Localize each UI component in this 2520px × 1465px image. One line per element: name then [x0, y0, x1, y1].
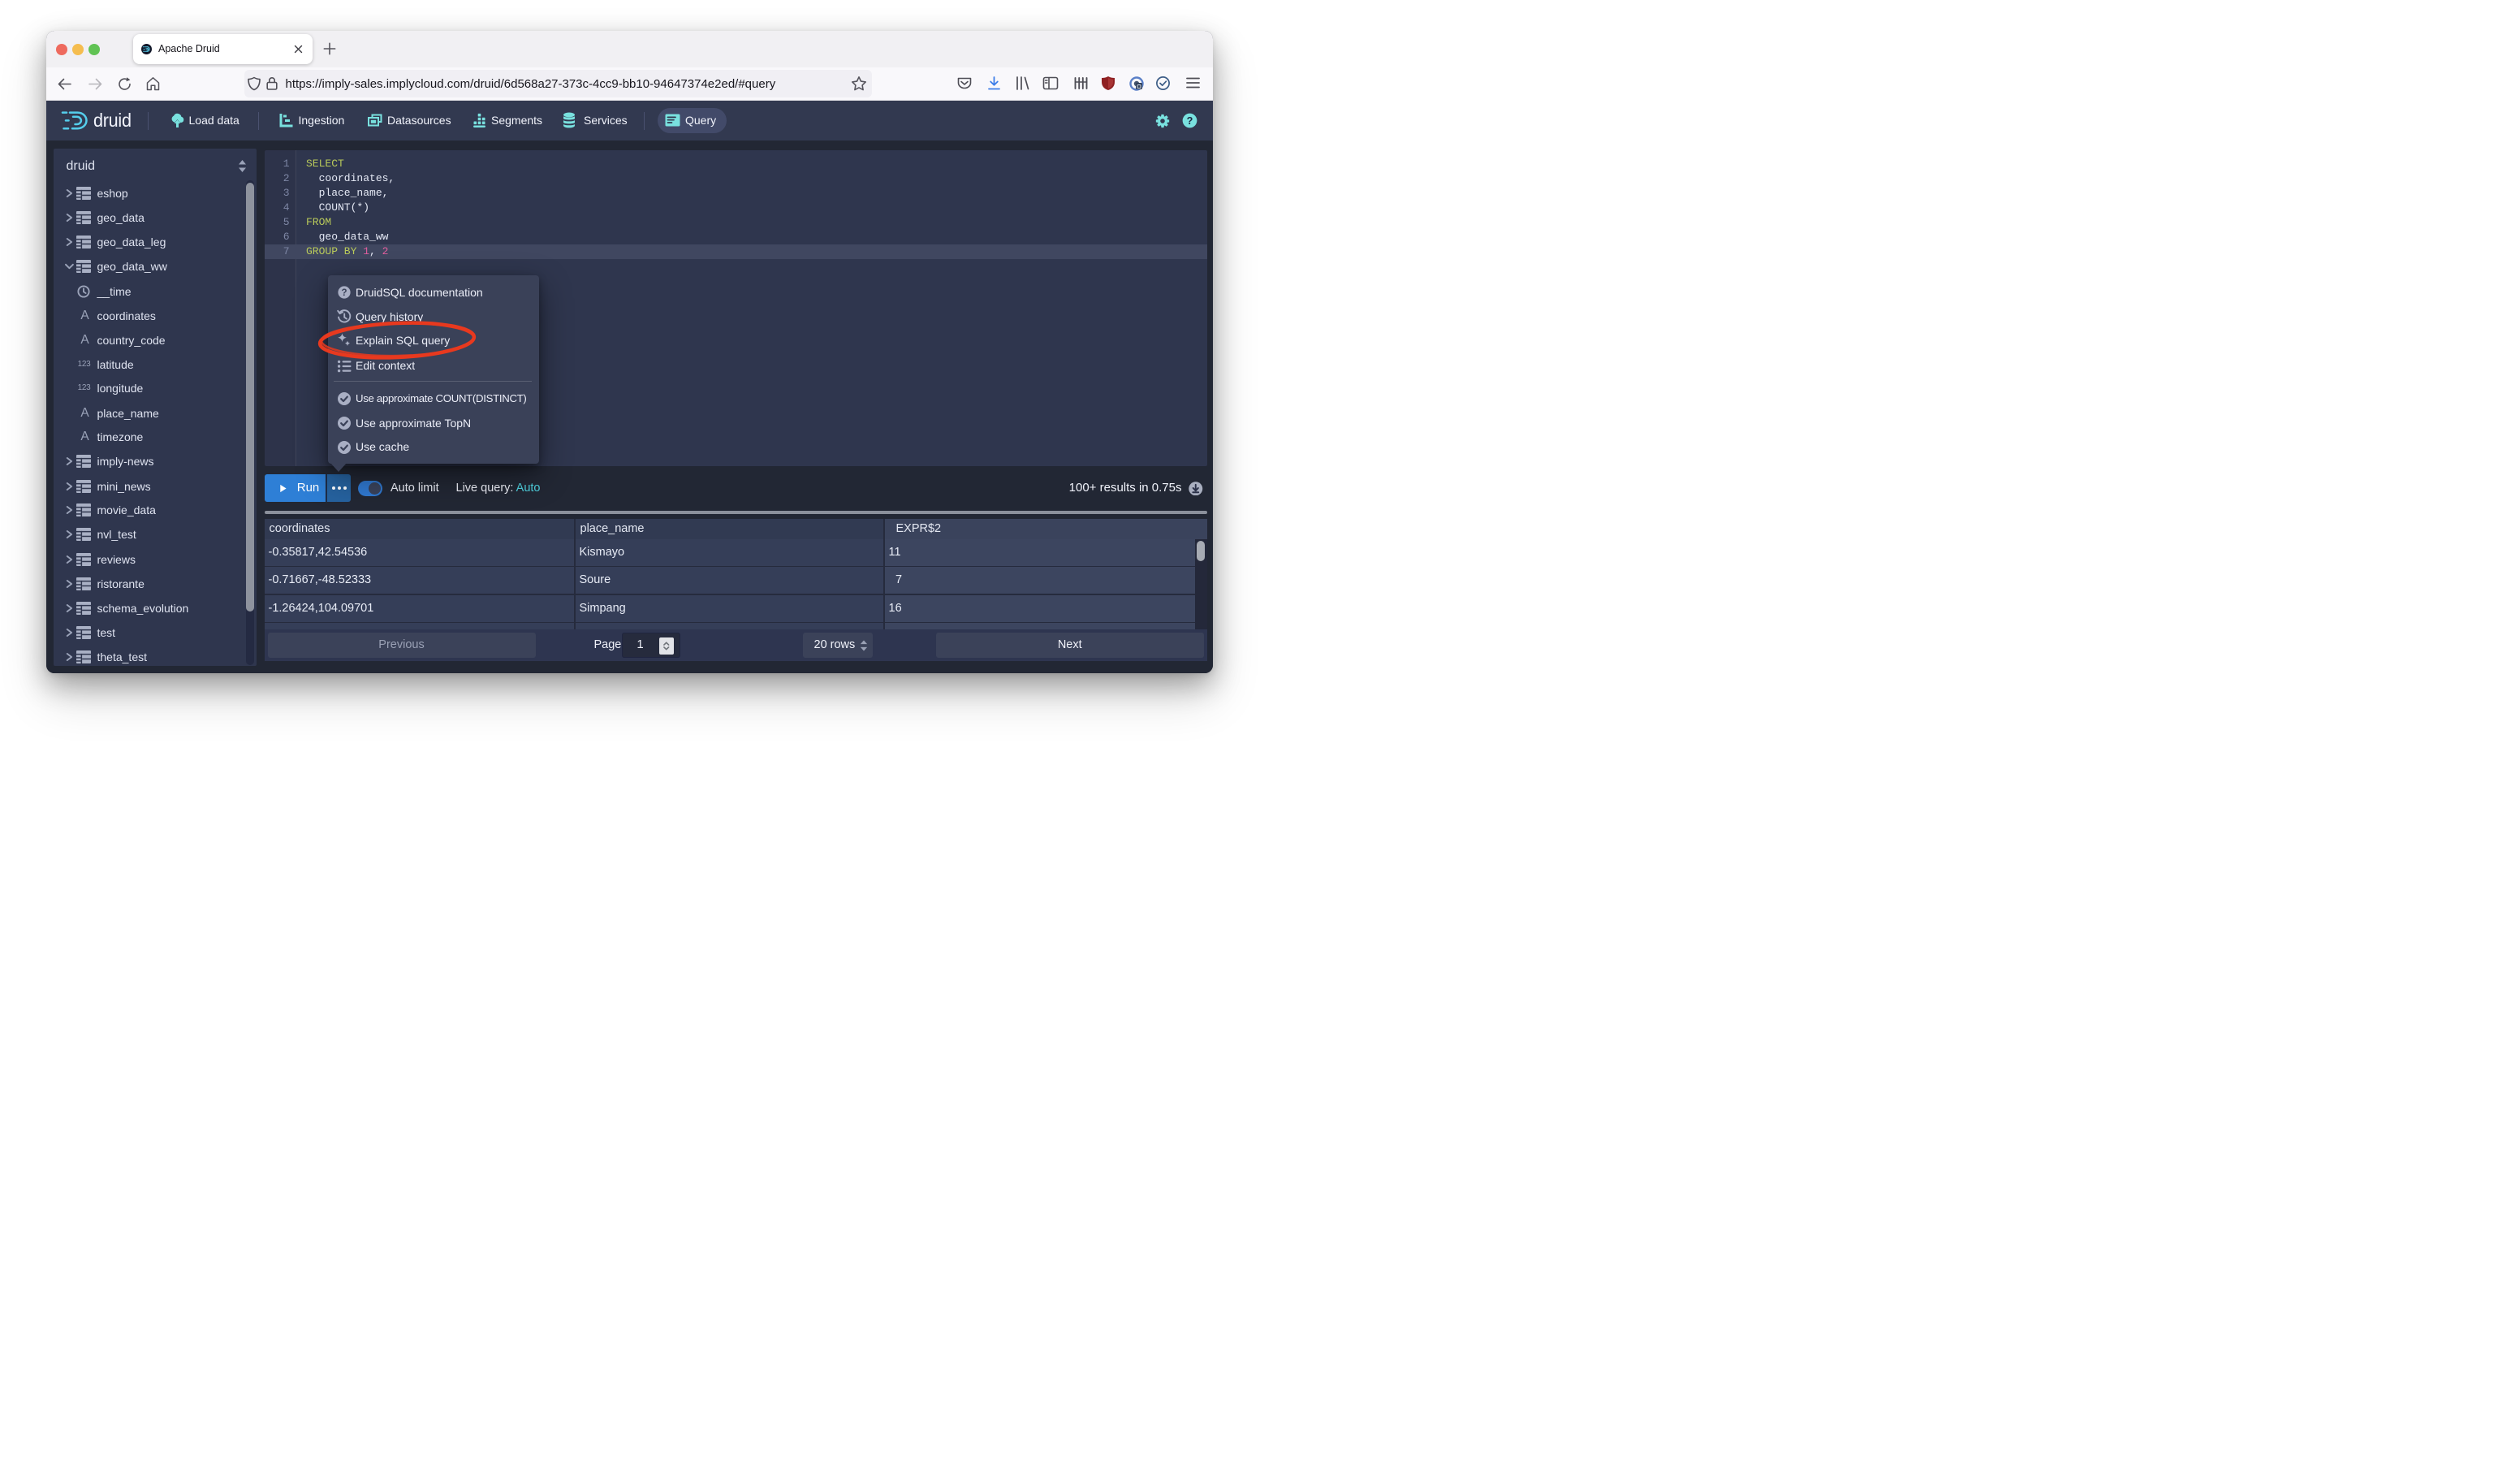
svg-text:?: ?	[1187, 115, 1193, 127]
svg-text:?: ?	[341, 288, 347, 298]
